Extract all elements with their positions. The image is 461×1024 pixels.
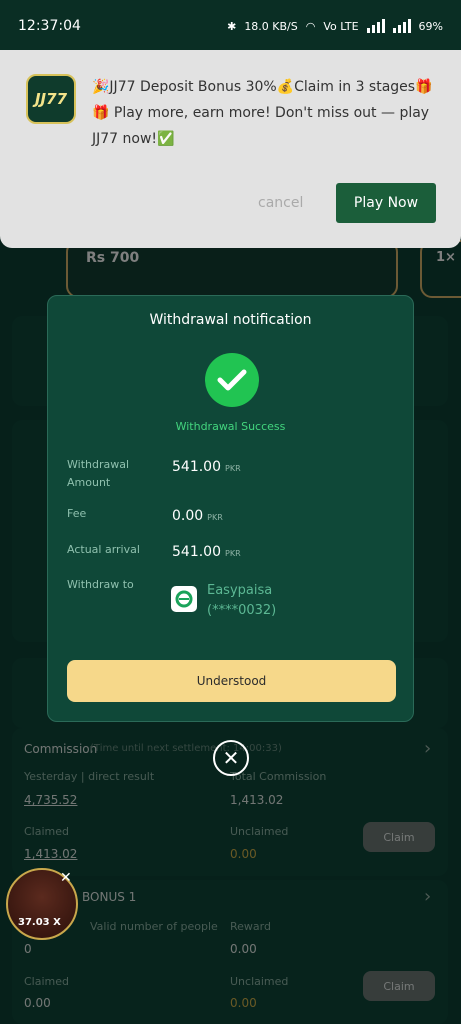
- withdraw-to-label: Withdraw to: [67, 578, 134, 591]
- cancel-button[interactable]: cancel: [258, 195, 303, 211]
- amount-label: Withdrawal Amount: [67, 458, 130, 489]
- arrival-value: 541.00 PKR: [172, 544, 241, 560]
- speed-indicator: 18.0 KB/S: [244, 19, 298, 33]
- app-logo: JJ77: [26, 74, 76, 124]
- status-bar: 12:37:04 ✱ 18.0 KB/S ◠ Vo LTE 69%: [0, 0, 461, 52]
- volte-indicator: Vo LTE: [323, 19, 359, 33]
- amount-value: 541.00 PKR: [172, 459, 241, 475]
- battery-level: 69%: [418, 19, 443, 33]
- notification-message: 🎉JJ77 Deposit Bonus 30%💰Claim in 3 stage…: [92, 79, 433, 147]
- status-icons: ✱ 18.0 KB/S ◠ Vo LTE 69%: [227, 19, 443, 33]
- signal-icon: [366, 19, 385, 33]
- check-icon: [205, 353, 259, 407]
- badge-close-icon[interactable]: ✕: [60, 870, 72, 886]
- wallet-account: (****0032): [207, 603, 277, 618]
- push-notification[interactable]: JJ77 🎉JJ77 Deposit Bonus 30%💰Claim in 3 …: [0, 50, 461, 248]
- arrival-label: Actual arrival: [67, 543, 140, 556]
- badge-multiplier: 37.03 X: [18, 917, 61, 928]
- fee-label: Fee: [67, 507, 87, 520]
- easypaisa-icon: [171, 586, 197, 612]
- bluetooth-icon: ✱: [227, 19, 237, 33]
- play-now-button[interactable]: Play Now: [336, 183, 436, 223]
- withdrawal-modal: Withdrawal notification Withdrawal Succe…: [47, 295, 414, 722]
- fee-value: 0.00 PKR: [172, 508, 223, 524]
- signal-icon-2: [392, 19, 411, 33]
- success-text: Withdrawal Success: [175, 420, 286, 433]
- wallet-name: Easypaisa: [207, 583, 273, 598]
- understood-button[interactable]: Understood: [67, 660, 396, 702]
- wifi-icon: ◠: [305, 19, 316, 33]
- wallet-info: Easypaisa (****0032): [207, 581, 276, 621]
- clock: 12:37:04: [18, 18, 81, 34]
- modal-title: Withdrawal notification: [149, 312, 312, 328]
- close-icon[interactable]: ✕: [213, 740, 249, 776]
